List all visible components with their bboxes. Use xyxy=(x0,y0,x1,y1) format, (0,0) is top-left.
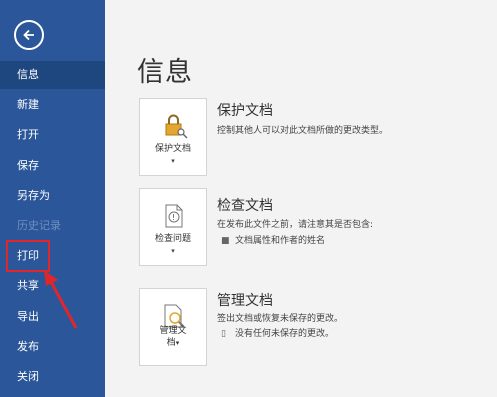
svg-text:!: ! xyxy=(172,213,175,222)
manage-bullet-text: 没有任何未保存的更改。 xyxy=(235,329,335,339)
inspect-document-title: 检查文档 xyxy=(217,198,273,214)
manage-document-label-2: 档▾ xyxy=(166,338,180,348)
inspect-bullet-text: 文档属性和作者的姓名 xyxy=(235,236,326,246)
chevron-down-icon: ▾ xyxy=(171,157,175,165)
backstage-sidebar: 信息 新建 打开 保存 另存为 历史记录 打印 共享 导出 发布 关闭 xyxy=(0,0,105,397)
protect-document-title: 保护文档 xyxy=(217,103,273,119)
manage-document-label: 管理文 xyxy=(159,326,187,336)
annotation-arrow-icon xyxy=(44,270,78,329)
back-button[interactable] xyxy=(14,20,44,50)
manage-document-title: 管理文档 xyxy=(217,293,273,309)
sidebar-item-close[interactable]: 关闭 xyxy=(0,363,105,391)
inspect-document-icon: ! xyxy=(165,204,183,228)
sidebar-item-publish[interactable]: 发布 xyxy=(0,333,105,361)
sidebar-item-history: 历史记录 xyxy=(17,219,61,232)
inspect-document-desc: 在发布此文件之前，请注意其是否包含: xyxy=(217,220,374,230)
check-issues-label: 检查问题 xyxy=(154,234,191,244)
sidebar-item-new[interactable]: 新建 xyxy=(0,91,105,119)
protect-document-desc: 控制其他人可以对此文档所做的更改类型。 xyxy=(217,126,389,136)
chevron-down-icon: ▾ xyxy=(171,247,175,255)
sidebar-item-info[interactable]: 信息 xyxy=(0,61,105,89)
lock-key-icon xyxy=(165,114,188,139)
protect-document-button[interactable]: 保护文档 ▾ xyxy=(139,98,207,176)
bullet-icon: ■ xyxy=(221,236,230,246)
page-title: 信息 xyxy=(137,57,193,88)
protect-document-label: 保护文档 xyxy=(154,144,191,154)
chevron-down-icon: ▾ xyxy=(175,339,180,347)
inspect-bullet: ■ 文档属性和作者的姓名 xyxy=(221,233,325,246)
manage-document-desc: 签出文档或恢复未保存的更改。 xyxy=(217,314,344,324)
sidebar-item-save-as[interactable]: 另存为 xyxy=(0,182,105,210)
manage-document-button[interactable]: 管理文 档▾ xyxy=(139,288,207,366)
back-arrow-icon xyxy=(23,29,34,41)
document-small-icon: ▯ xyxy=(221,329,226,339)
sidebar-item-save[interactable]: 保存 xyxy=(0,152,105,180)
check-issues-button[interactable]: ! 检查问题 ▾ xyxy=(139,188,207,266)
info-panel: 信息 保护文档 ▾ 保护文档 控制其他人可以对此文档所做的更改类型。 ! 检查问… xyxy=(105,0,497,397)
sidebar-item-open[interactable]: 打开 xyxy=(0,121,105,149)
manage-bullet: ▯ 没有任何未保存的更改。 xyxy=(221,326,334,339)
